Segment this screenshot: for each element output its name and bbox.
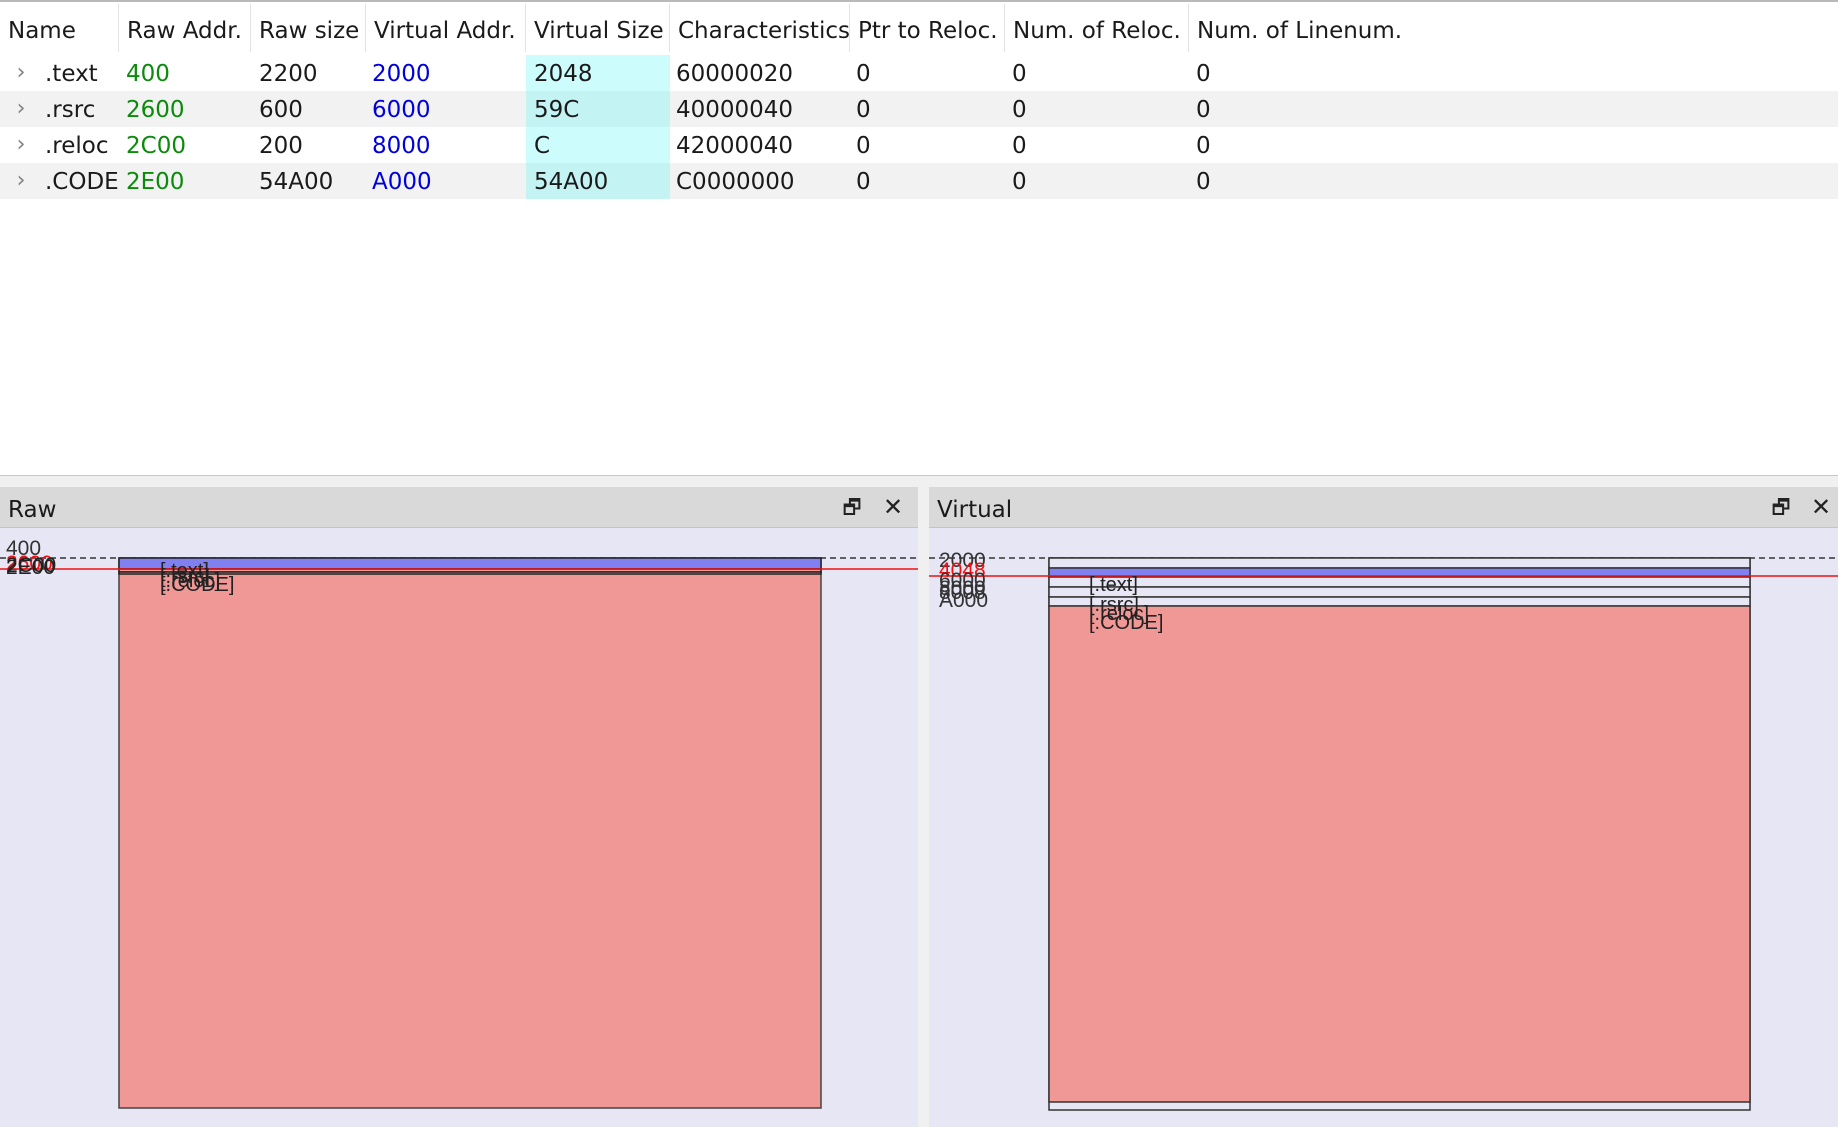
ptr-to-reloc: 0	[856, 61, 871, 87]
characteristics: 40000040	[676, 97, 794, 123]
raw-map-canvas: 400 2600 2C00 2E00 [.text] [.rsrc] [.rel…	[0, 537, 918, 1109]
section-name: .reloc	[45, 133, 109, 159]
raw-map: 400 2600 2C00 2E00 [.text] [.rsrc] [.rel…	[0, 527, 918, 1127]
raw-addr: 2C00	[126, 133, 186, 159]
col-raw-addr-header[interactable]: Raw Addr.	[119, 4, 251, 52]
code-section-block[interactable]	[1048, 605, 1751, 1103]
expand-chevron-icon[interactable]: ›	[10, 163, 32, 199]
vertical-splitter[interactable]	[918, 487, 929, 1127]
virtual-panel-titlebar[interactable]: Virtual 🗗 ✕	[929, 487, 1838, 528]
col-virtual-addr-header[interactable]: Virtual Addr.	[366, 4, 526, 52]
num-of-linenum: 0	[1196, 61, 1211, 87]
raw-size: 200	[259, 133, 303, 159]
reloc-padding-block	[1048, 596, 1751, 607]
num-of-linenum: 0	[1196, 97, 1211, 123]
virtual-map: 2000 4048 6000 8000 8008 A000 [.text] [.…	[929, 527, 1838, 1127]
virtual-size: 59C	[526, 91, 670, 127]
virtual-section-label: [.text]	[1089, 574, 1138, 596]
col-num-reloc-header[interactable]: Num. of Reloc.	[1005, 4, 1189, 52]
virtual-size: 2048	[526, 55, 670, 91]
raw-size: 54A00	[259, 169, 334, 195]
col-characteristics-header[interactable]: Characteristics	[670, 4, 850, 52]
table-row[interactable]: › .CODE 2E00 54A00 A000 54A00 C0000000 0…	[0, 163, 1838, 199]
characteristics: C0000000	[676, 169, 795, 195]
close-icon[interactable]: ✕	[879, 493, 907, 521]
col-name-header[interactable]: Name	[0, 4, 119, 52]
raw-panel-titlebar[interactable]: Raw 🗗 ✕	[0, 487, 918, 528]
raw-addr: 2600	[126, 97, 185, 123]
virtual-size: C	[526, 127, 670, 163]
table-row[interactable]: › .text 400 2200 2000 2048 60000020 0 0 …	[0, 55, 1838, 91]
col-num-linenum-header[interactable]: Num. of Linenum.	[1189, 4, 1838, 52]
raw-addr: 400	[126, 61, 170, 87]
ptr-to-reloc: 0	[856, 169, 871, 195]
ptr-to-reloc: 0	[856, 97, 871, 123]
section-name: .CODE	[45, 169, 119, 195]
characteristics: 42000040	[676, 133, 794, 159]
num-of-reloc: 0	[1012, 61, 1027, 87]
table-row[interactable]: › .rsrc 2600 600 6000 59C 40000040 0 0 0	[0, 91, 1838, 127]
ptr-to-reloc: 0	[856, 133, 871, 159]
raw-section-label: [.CODE]	[160, 574, 234, 596]
virtual-map-canvas: 2000 4048 6000 8000 8008 A000 [.text] [.…	[929, 549, 1838, 1111]
raw-size: 2200	[259, 61, 318, 87]
col-raw-size-header[interactable]: Raw size	[251, 4, 366, 52]
num-of-reloc: 0	[1012, 169, 1027, 195]
restore-window-icon[interactable]: 🗗	[838, 493, 866, 521]
table-row[interactable]: › .reloc 2C00 200 8000 C 42000040 0 0 0	[0, 127, 1838, 163]
raw-addr: 2E00	[126, 169, 185, 195]
table-header: Name Raw Addr. Raw size Virtual Addr. Vi…	[0, 4, 1838, 52]
raw-size: 600	[259, 97, 303, 123]
virtual-address-label: A000	[939, 589, 988, 612]
raw-address-label: 2E00	[6, 556, 55, 579]
virtual-addr: 8000	[372, 133, 431, 159]
code-section-block[interactable]	[118, 557, 822, 1109]
expand-chevron-icon[interactable]: ›	[10, 91, 32, 127]
virtual-section-label: [.CODE]	[1089, 612, 1163, 634]
text-section-block[interactable]	[1048, 557, 1751, 569]
section-name: .text	[45, 61, 98, 87]
virtual-addr: A000	[372, 169, 432, 195]
expand-chevron-icon[interactable]: ›	[10, 55, 32, 91]
characteristics: 60000020	[676, 61, 794, 87]
num-of-reloc: 0	[1012, 97, 1027, 123]
num-of-linenum: 0	[1196, 169, 1211, 195]
rsrc-section-block[interactable]	[1048, 576, 1751, 588]
close-icon[interactable]: ✕	[1807, 493, 1835, 521]
sections-table: Name Raw Addr. Raw size Virtual Addr. Vi…	[0, 0, 1838, 477]
virtual-size: 54A00	[526, 163, 670, 199]
raw-panel: Raw 🗗 ✕ 400 2600 2C00 2E00 [.text] [.rsr…	[0, 487, 918, 1127]
expand-chevron-icon[interactable]: ›	[10, 127, 32, 163]
virtual-addr: 6000	[372, 97, 431, 123]
text-section-block[interactable]	[118, 557, 822, 570]
virtual-addr: 2000	[372, 61, 431, 87]
col-ptr-reloc-header[interactable]: Ptr to Reloc.	[850, 4, 1005, 52]
num-of-linenum: 0	[1196, 133, 1211, 159]
restore-window-icon[interactable]: 🗗	[1767, 493, 1795, 521]
section-name: .rsrc	[45, 97, 96, 123]
reloc-section-block[interactable]	[1048, 586, 1751, 598]
virtual-panel: Virtual 🗗 ✕ 2000 4048 6000 8000 8008 A00…	[929, 487, 1838, 1127]
col-virtual-size-header[interactable]: Virtual Size	[526, 4, 670, 52]
num-of-reloc: 0	[1012, 133, 1027, 159]
